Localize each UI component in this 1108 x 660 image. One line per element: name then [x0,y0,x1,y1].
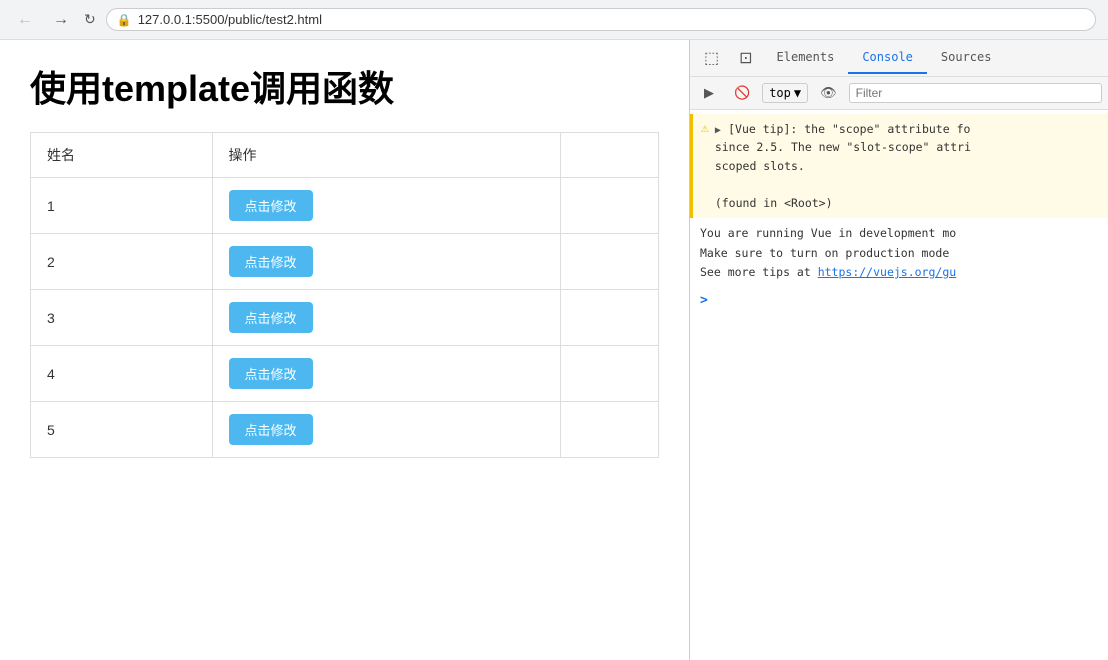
edit-button-2[interactable]: 点击修改 [229,246,313,277]
edit-button-5[interactable]: 点击修改 [229,414,313,445]
devtools-tabs: ⬚ ⊡ Elements Console Sources [690,40,1108,77]
eye-button[interactable]: 👁 [812,81,845,105]
page-title: 使用template调用函数 [30,60,659,112]
page-content: 使用template调用函数 姓名 操作 1 点击修改 2 点击修改 3 点击修改 4 点击修… [0,40,690,660]
vuejs-link[interactable]: https://vuejs.org/gu [818,265,956,279]
device-toolbar-button[interactable]: ⊡ [729,40,762,76]
row-action-cell: 点击修改 [212,290,560,346]
col-empty-header [560,133,658,178]
clear-console-button[interactable]: ▶ [696,81,722,105]
info-line1: You are running Vue in development mo [700,226,956,240]
tab-console[interactable]: Console [848,42,927,74]
tab-elements[interactable]: Elements [763,42,849,74]
block-button[interactable]: 🚫 [726,81,758,105]
lock-icon: 🔒 [117,13,132,27]
browser-chrome: ← → ↻ 🔒 127.0.0.1:5500/public/test2.html [0,0,1108,40]
row-id-cell: 1 [31,178,213,234]
row-empty-cell [560,234,658,290]
address-bar[interactable]: 🔒 127.0.0.1:5500/public/test2.html [106,8,1096,31]
console-warning-block: ⚠ ▶ [Vue tip]: the "scope" attribute fo … [690,114,1108,218]
row-id-cell: 3 [31,290,213,346]
table-header-row: 姓名 操作 [31,133,659,178]
col-name-header: 姓名 [31,133,213,178]
back-button[interactable]: ← [12,9,38,31]
content-area: 使用template调用函数 姓名 操作 1 点击修改 2 点击修改 3 点击修改 4 点击修… [0,40,1108,660]
warning-icon: ⚠ [701,121,709,136]
devtools-panel: ⬚ ⊡ Elements Console Sources ▶ 🚫 top ▼ 👁… [690,40,1108,660]
row-empty-cell [560,402,658,458]
row-action-cell: 点击修改 [212,346,560,402]
row-empty-cell [560,178,658,234]
context-dropdown-icon: ▼ [794,86,801,100]
row-action-cell: 点击修改 [212,402,560,458]
edit-button-3[interactable]: 点击修改 [229,302,313,333]
console-filter-input[interactable] [849,83,1102,103]
console-output: ⚠ ▶ [Vue tip]: the "scope" attribute fo … [690,110,1108,660]
row-empty-cell [560,346,658,402]
row-empty-cell [560,290,658,346]
expand-arrow[interactable]: ▶ [715,125,721,136]
inspect-element-button[interactable]: ⬚ [694,40,729,76]
row-id-cell: 5 [31,402,213,458]
edit-button-1[interactable]: 点击修改 [229,190,313,221]
info-line3: See more tips at [700,265,818,279]
table-row: 1 点击修改 [31,178,659,234]
warning-text-line1: [Vue tip]: the "scope" attribute fo sinc… [715,122,971,210]
forward-button[interactable]: → [48,9,74,31]
devtools-toolbar: ▶ 🚫 top ▼ 👁 [690,77,1108,110]
data-table: 姓名 操作 1 点击修改 2 点击修改 3 点击修改 4 点击修改 5 点击修改 [30,132,659,458]
row-id-cell: 4 [31,346,213,402]
tab-sources[interactable]: Sources [927,42,1006,74]
row-action-cell: 点击修改 [212,234,560,290]
table-row: 2 点击修改 [31,234,659,290]
row-id-cell: 2 [31,234,213,290]
url-text: 127.0.0.1:5500/public/test2.html [138,12,322,27]
col-action-header: 操作 [212,133,560,178]
context-selector[interactable]: top ▼ [762,83,808,103]
context-label: top [769,86,791,100]
info-line2: Make sure to turn on production mode [700,246,949,260]
table-row: 5 点击修改 [31,402,659,458]
edit-button-4[interactable]: 点击修改 [229,358,313,389]
table-row: 4 点击修改 [31,346,659,402]
console-info-block: You are running Vue in development mo Ma… [690,218,1108,289]
table-row: 3 点击修改 [31,290,659,346]
refresh-button[interactable]: ↻ [84,11,96,28]
console-prompt[interactable]: > [690,289,1108,312]
row-action-cell: 点击修改 [212,178,560,234]
